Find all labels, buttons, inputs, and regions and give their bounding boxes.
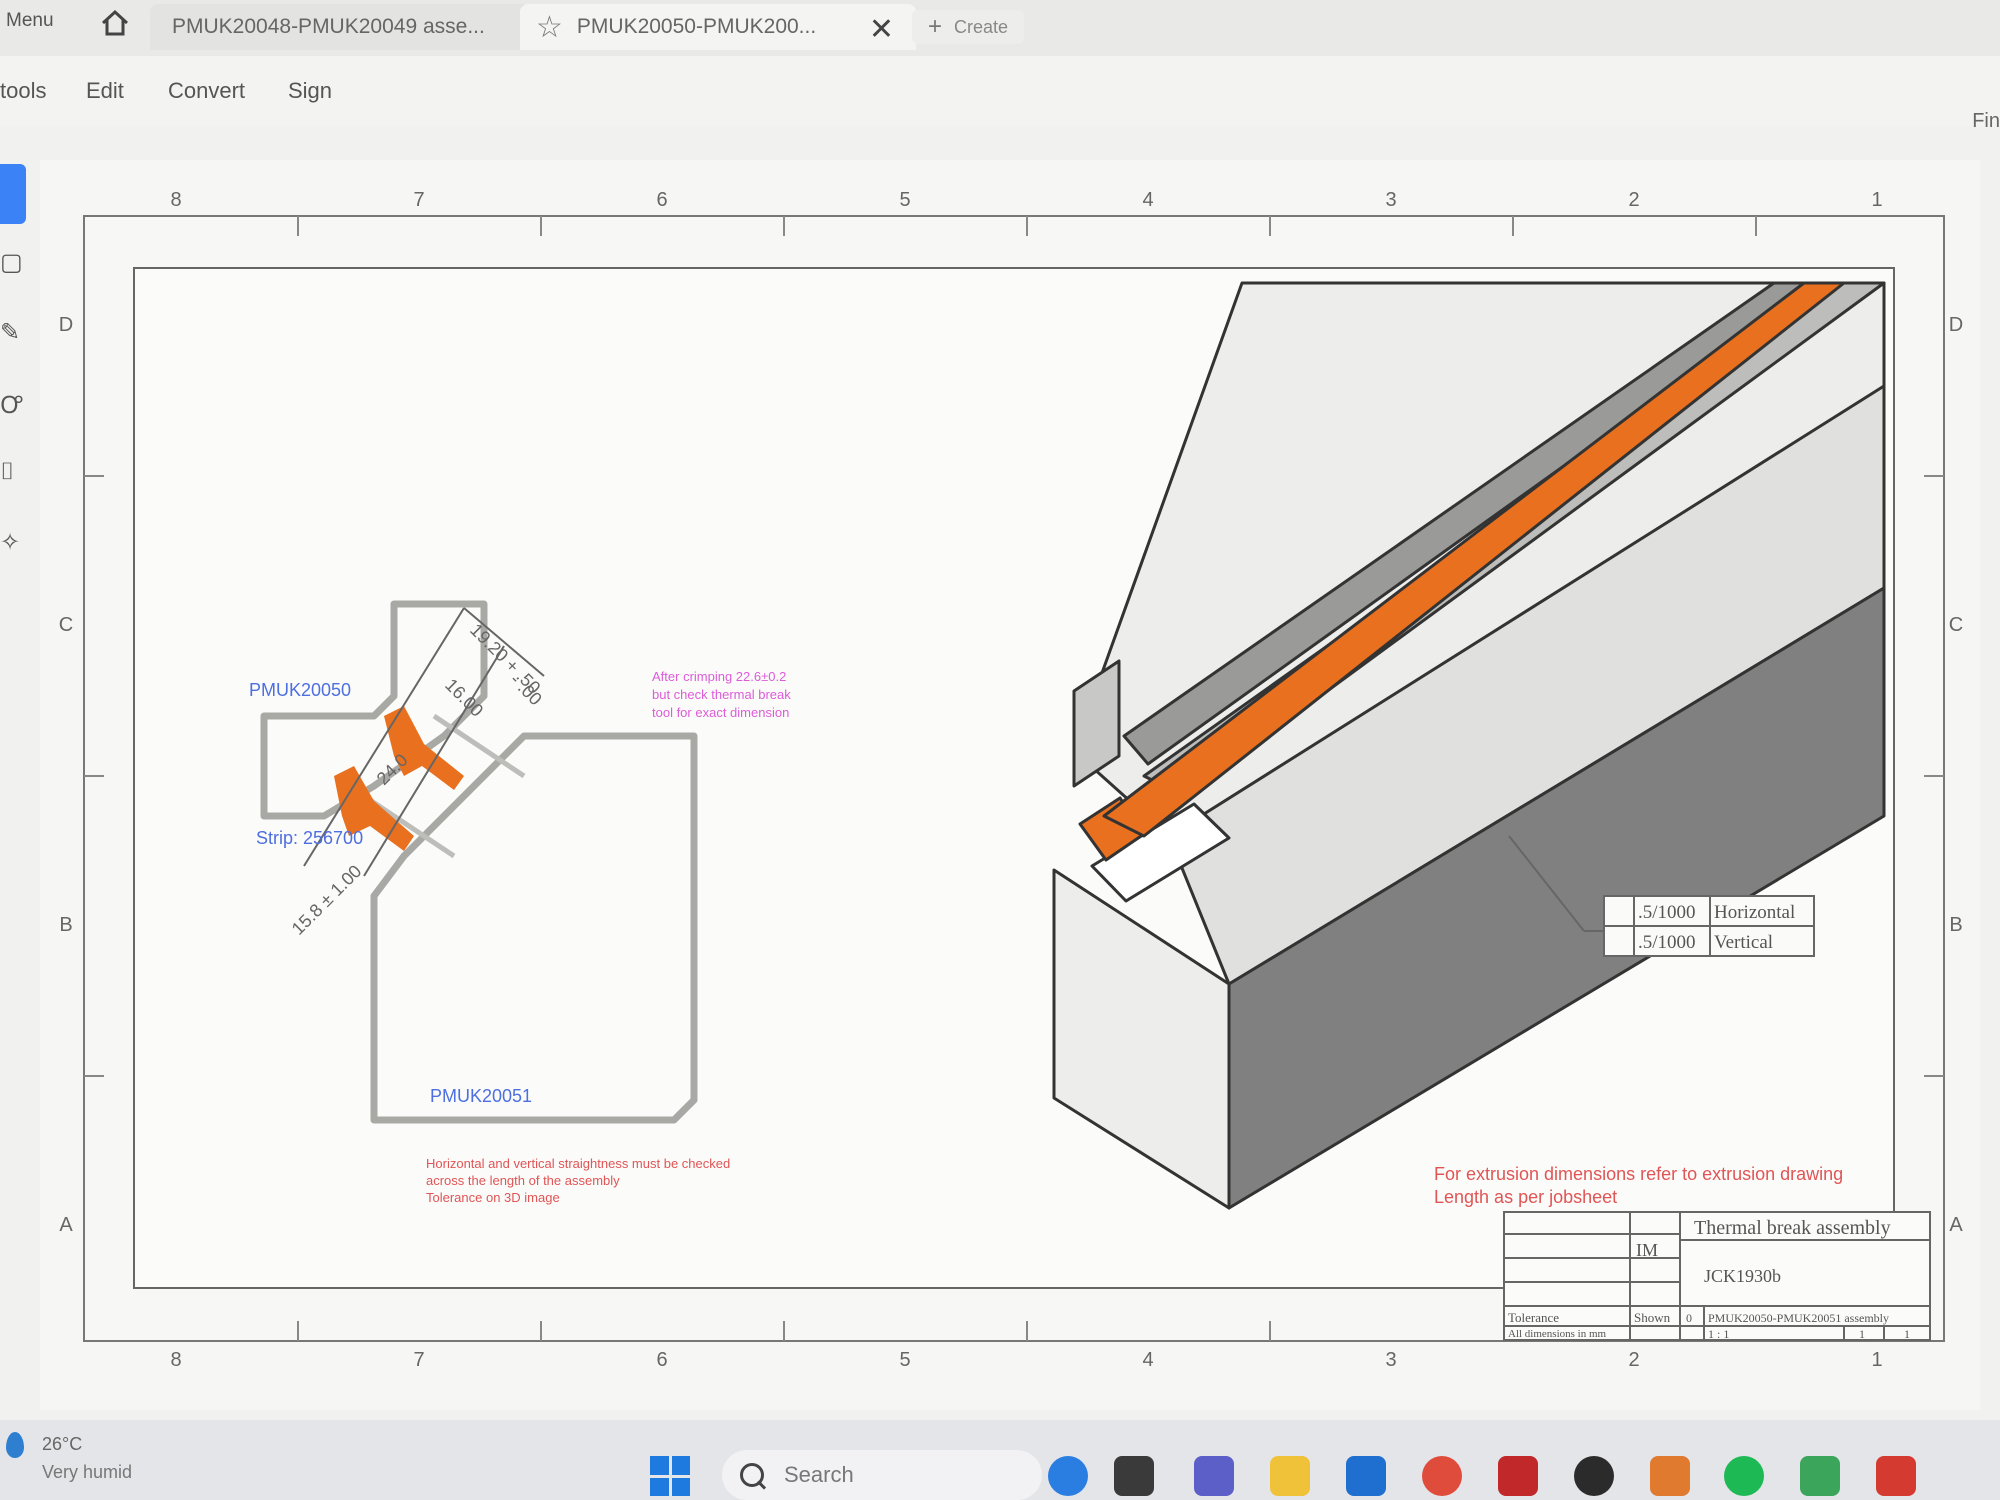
border-left-letter: A [59, 1214, 73, 1236]
weather-condition[interactable]: Very humid [42, 1462, 132, 1483]
title-block-rev: 0 [1686, 1311, 1692, 1325]
acrobat-icon[interactable] [1876, 1456, 1916, 1496]
border-top-number: 3 [1385, 189, 1396, 211]
tool-rail: ▢ ✎ Ꝍ ⌷ ✧ [0, 160, 30, 600]
border-right-letter: C [1949, 614, 1963, 636]
straightness-note-line: Horizontal and vertical straightness mus… [426, 1156, 730, 1171]
star-icon[interactable]: ☆ [536, 10, 563, 45]
start-button[interactable] [650, 1456, 690, 1496]
file-explorer-icon[interactable] [1270, 1456, 1310, 1496]
media-app-icon[interactable] [1498, 1456, 1538, 1496]
label-strip: Strip: 256700 [256, 828, 363, 848]
teams-icon[interactable] [1194, 1456, 1234, 1496]
border-right-letter: A [1949, 1214, 1963, 1236]
select-tool-button[interactable] [0, 164, 26, 224]
office-icon[interactable] [1650, 1456, 1690, 1496]
bing-icon[interactable] [1048, 1456, 1088, 1496]
weather-temp[interactable]: 26°C [42, 1434, 82, 1455]
menu-convert[interactable]: Convert [168, 78, 245, 104]
border-right-letter: D [1949, 314, 1963, 336]
text-box-tool-icon[interactable]: ⌷ [0, 458, 22, 488]
border-bottom-number: 7 [413, 1349, 424, 1371]
crimp-note-line: After crimping 22.6±0.2 [652, 669, 786, 684]
tab-document-1[interactable]: PMUK20048-PMUK20049 asse... [150, 4, 532, 50]
title-block-number: JCK1930b [1704, 1266, 1781, 1286]
browser-tab-bar: Menu PMUK20048-PMUK20049 asse... ☆ PMUK2… [0, 0, 2000, 57]
title-block-title: Thermal break assembly [1694, 1217, 1891, 1239]
border-top-number: 7 [413, 189, 424, 211]
title-block-all-dims: All dimensions in mm [1508, 1328, 1607, 1340]
plus-icon: + [928, 13, 943, 40]
border-top-number: 4 [1142, 189, 1153, 211]
weather-icon[interactable] [6, 1432, 24, 1458]
border-bottom-number: 1 [1871, 1349, 1882, 1371]
border-top-number: 8 [170, 189, 181, 211]
border-right-letter: B [1949, 914, 1962, 936]
extrusion-note: For extrusion dimensions refer to extrus… [1434, 1164, 1843, 1184]
border-bottom-number: 4 [1142, 1349, 1153, 1371]
task-view-icon[interactable] [1114, 1456, 1154, 1496]
menu-tools[interactable]: tools [0, 78, 46, 104]
title-block-drawn-by: IM [1636, 1240, 1658, 1260]
border-top-number: 1 [1871, 189, 1882, 211]
label-pmuk20051: PMUK20051 [430, 1086, 532, 1106]
border-left-letter: C [59, 614, 73, 636]
border-left-letter: D [59, 314, 73, 336]
menu-sign[interactable]: Sign [288, 78, 332, 104]
chrome-icon[interactable] [1422, 1456, 1462, 1496]
border-bottom-number: 3 [1385, 1349, 1396, 1371]
find-button[interactable]: Fin [1972, 110, 2000, 133]
label-pmuk20050: PMUK20050 [249, 680, 351, 700]
stamp-tool-icon[interactable]: ✧ [0, 528, 22, 558]
title-block-dwg-no: PMUK20050-PMUK20051 assembly [1708, 1311, 1889, 1325]
pen-tool-icon[interactable]: ✎ [0, 318, 22, 348]
search-icon [740, 1463, 764, 1487]
tab-document-2-label: PMUK20050-PMUK200... [576, 15, 817, 38]
border-left-letter: B [59, 914, 72, 936]
straightness-note-line: across the length of the assembly [426, 1173, 620, 1188]
title-block-shown: Shown [1634, 1310, 1671, 1325]
crimp-note-line: tool for exact dimension [652, 705, 789, 720]
tab-document-2[interactable]: ☆ PMUK20050-PMUK200... ✕ [520, 4, 916, 50]
lasso-tool-icon[interactable]: Ꝍ [0, 388, 22, 419]
border-top-number: 5 [899, 189, 910, 211]
border-bottom-number: 5 [899, 1349, 910, 1371]
tol-label: Vertical [1714, 932, 1773, 953]
crimp-note-line: but check thermal break [652, 687, 791, 702]
comment-tool-icon[interactable]: ▢ [0, 248, 23, 278]
title-block-sheet: 1 [1859, 1327, 1865, 1341]
length-note: Length as per jobsheet [1434, 1187, 1617, 1207]
tol-label: Horizontal [1714, 902, 1795, 923]
tol-value: .5/1000 [1638, 932, 1696, 953]
menu-button[interactable]: Menu [6, 10, 54, 32]
tab-document-1-label: PMUK20048-PMUK20049 asse... [172, 15, 485, 38]
title-block-scale: 1 : 1 [1708, 1327, 1729, 1341]
border-bottom-number: 2 [1628, 1349, 1639, 1371]
create-label: Create [954, 16, 1009, 37]
title-block-of: 1 [1904, 1327, 1910, 1341]
drawing-sheet: 8 7 6 5 4 3 2 1 8 7 6 5 4 3 2 1 D C B A … [59, 189, 1964, 1371]
app-menu-bar: tools Edit Convert Sign [0, 56, 2000, 126]
tol-value: .5/1000 [1638, 902, 1696, 923]
mail-icon[interactable] [1346, 1456, 1386, 1496]
border-top-number: 2 [1628, 189, 1639, 211]
taskbar-search-label: Search [784, 1462, 854, 1487]
border-bottom-number: 8 [170, 1349, 181, 1371]
close-icon[interactable]: ✕ [869, 12, 894, 47]
create-button[interactable]: + Create [912, 10, 1025, 44]
border-top-number: 6 [656, 189, 667, 211]
taskbar-search[interactable]: Search [722, 1450, 1042, 1500]
home-icon[interactable] [98, 6, 132, 40]
menu-edit[interactable]: Edit [86, 78, 124, 104]
chart-app-icon[interactable] [1800, 1456, 1840, 1496]
spotify-icon[interactable] [1724, 1456, 1764, 1496]
dell-icon[interactable] [1574, 1456, 1614, 1496]
straightness-note-line: Tolerance on 3D image [426, 1190, 560, 1205]
title-block-tolerance: Tolerance [1508, 1310, 1559, 1325]
border-bottom-number: 6 [656, 1349, 667, 1371]
taskbar: 26°C Very humid Search [0, 1420, 2000, 1500]
